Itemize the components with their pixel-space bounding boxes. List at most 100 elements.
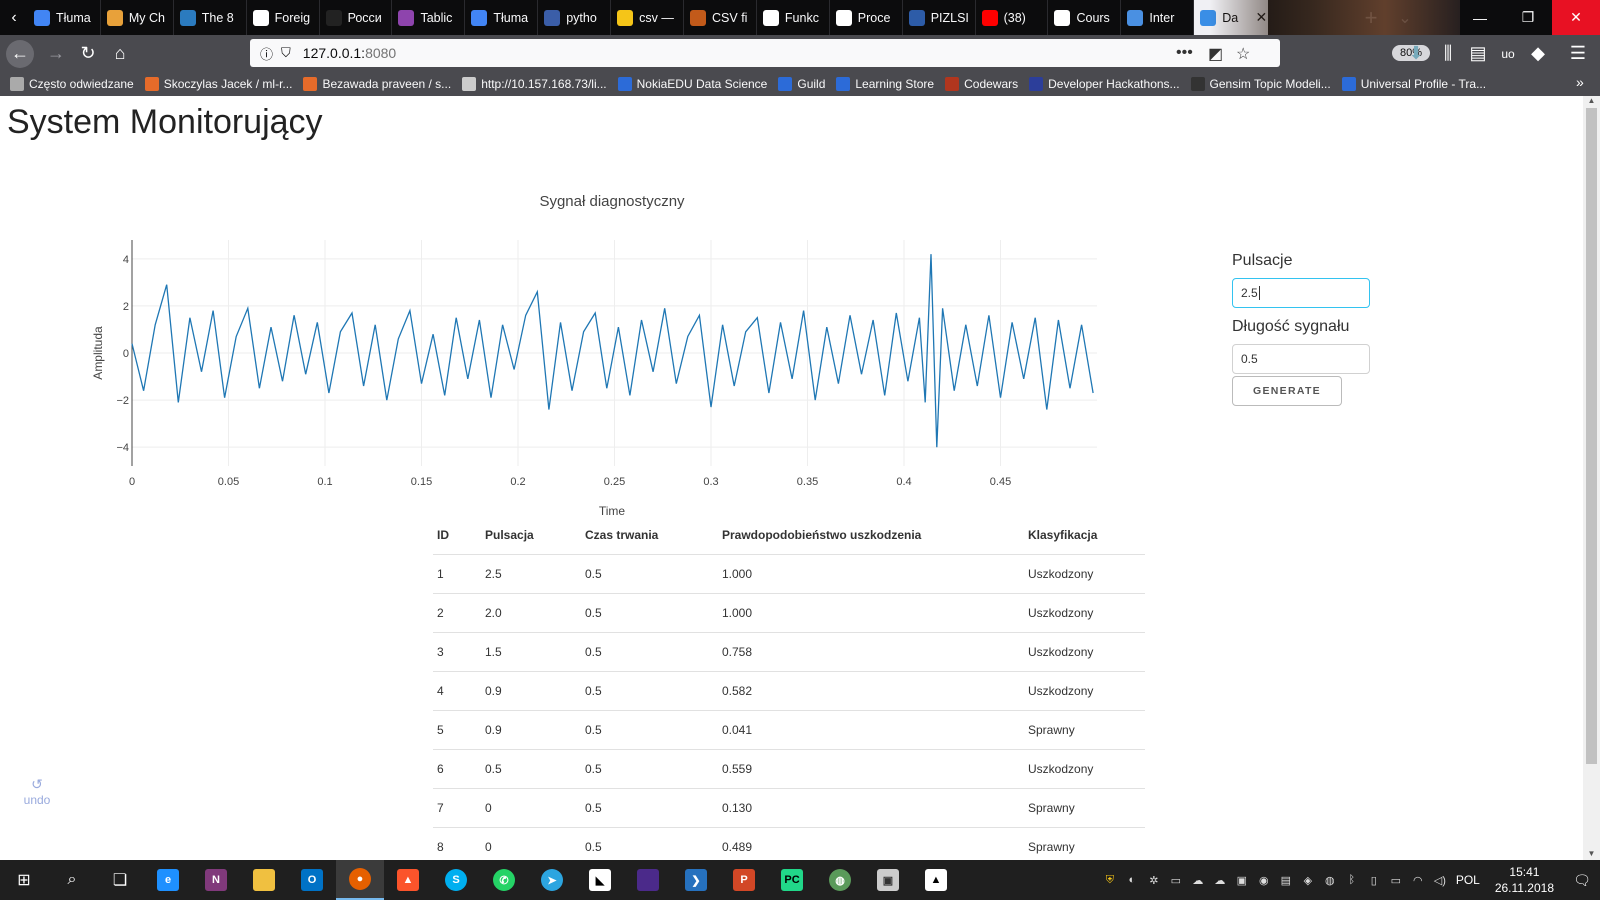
powerpoint-icon[interactable]: P xyxy=(720,860,768,900)
monitor-app-icon[interactable]: ▣ xyxy=(864,860,912,900)
bookmark-item[interactable]: Universal Profile - Tra... xyxy=(1341,77,1486,91)
bookmark-item[interactable]: Często odwiedzane xyxy=(10,77,134,91)
globe-app-icon[interactable]: ◍ xyxy=(816,860,864,900)
browser-tab[interactable]: PIZLSI xyxy=(903,0,976,35)
scroll-down-icon[interactable]: ▼ xyxy=(1583,849,1600,858)
onedrive-icon[interactable]: ☁ xyxy=(1187,872,1209,888)
task-view-icon[interactable]: ❏ xyxy=(96,860,144,900)
browser-tab[interactable]: Proce xyxy=(830,0,903,35)
notifications-icon[interactable]: 🗨 xyxy=(1564,872,1600,889)
info-icon[interactable]: ⓘ xyxy=(260,44,273,63)
column-header[interactable]: Czas trwania xyxy=(581,516,718,555)
bookmark-item[interactable]: Developer Hackathons... xyxy=(1029,77,1180,91)
internet-explorer-icon[interactable]: e xyxy=(144,860,192,900)
whatsapp-icon[interactable]: ✆ xyxy=(480,860,528,900)
pulse-input[interactable]: 2.5 xyxy=(1232,278,1370,308)
bookmark-item[interactable]: http://10.157.168.73/li... xyxy=(462,77,607,91)
browser-tab[interactable]: Cours xyxy=(1048,0,1122,35)
firefox-icon[interactable]: ● xyxy=(336,860,384,900)
bookmark-item[interactable]: Skoczylas Jacek / ml-r... xyxy=(144,77,292,91)
tray-app-icon[interactable]: ✲ xyxy=(1143,872,1165,888)
browser-tab[interactable]: pytho xyxy=(538,0,612,35)
extension-icon[interactable]: ◆ xyxy=(1522,38,1554,70)
file-explorer-icon[interactable] xyxy=(240,860,288,900)
page-scrollbar[interactable]: ▲ ▼ xyxy=(1583,96,1600,860)
bookmarks-overflow-icon[interactable]: » xyxy=(1576,74,1584,90)
length-input[interactable]: 0.5 xyxy=(1232,344,1370,374)
browser-tab[interactable]: Funkc xyxy=(757,0,830,35)
close-window-icon[interactable]: ✕ xyxy=(1552,0,1600,35)
browser-tab[interactable]: csv — xyxy=(611,0,685,35)
cloud-icon[interactable]: ☁ xyxy=(1209,872,1231,888)
outlook-icon[interactable]: O xyxy=(288,860,336,900)
minimize-icon[interactable]: — xyxy=(1456,0,1504,35)
library-icon[interactable]: ⫼ xyxy=(1432,38,1464,70)
forward-icon[interactable]: → xyxy=(40,38,72,70)
undo-button[interactable]: ↺ undo xyxy=(22,776,52,807)
column-header[interactable]: Klasyfikacja xyxy=(1024,516,1145,555)
pocket-icon[interactable]: ◩ xyxy=(1208,44,1223,64)
powershell-icon[interactable]: ❯ xyxy=(672,860,720,900)
browser-tab[interactable]: Foreig xyxy=(247,0,320,35)
shield-tray-icon[interactable]: ⛨ xyxy=(1099,872,1121,888)
tray-app-icon[interactable]: ▤ xyxy=(1275,872,1297,888)
bookmark-item[interactable]: Learning Store xyxy=(836,77,934,91)
browser-tab[interactable]: The 8 xyxy=(174,0,247,35)
sticky-notes-icon[interactable]: ◣ xyxy=(576,860,624,900)
sidebar-icon[interactable]: ▤ xyxy=(1462,38,1494,70)
tabs-scroll-left-icon[interactable]: ‹ xyxy=(0,0,28,35)
start-button-icon[interactable]: ⊞ xyxy=(0,860,48,900)
skype-tray-icon[interactable]: ◉ xyxy=(1253,872,1275,888)
menu-icon[interactable]: ☰ xyxy=(1562,38,1594,70)
tray-app-icon[interactable]: ▭ xyxy=(1165,872,1187,888)
column-header[interactable]: ID xyxy=(433,516,481,555)
tracking-shield-icon[interactable]: ⛉ xyxy=(281,45,291,61)
browser-tab[interactable]: Tłuma xyxy=(28,0,101,35)
battery-icon[interactable]: ▭ xyxy=(1385,872,1407,888)
tray-app-icon[interactable]: ◍ xyxy=(1319,872,1341,888)
tray-app-icon[interactable]: ▯ xyxy=(1363,872,1385,888)
column-header[interactable]: Pulsacja xyxy=(481,516,581,555)
volume-icon[interactable]: ◁) xyxy=(1429,872,1451,888)
bookmark-item[interactable]: Codewars xyxy=(945,77,1018,91)
back-icon[interactable]: ← xyxy=(6,39,34,68)
pycharm-icon[interactable]: PC xyxy=(768,860,816,900)
column-header[interactable]: Prawdopodobieństwo uszkodzenia xyxy=(718,516,1024,555)
address-bar[interactable]: ⓘ ⛉ 127.0.0.1: 8080 80% ••• ◩ ☆ xyxy=(250,39,1431,67)
skype-icon[interactable]: S xyxy=(432,860,480,900)
bookmark-item[interactable]: Bezawada praveen / s... xyxy=(303,77,451,91)
wifi-icon[interactable]: ◠ xyxy=(1407,872,1429,888)
home-icon[interactable]: ⌂ xyxy=(104,38,136,70)
clock[interactable]: 15:41 26.11.2018 xyxy=(1485,864,1564,896)
ublock-icon[interactable]: uo xyxy=(1492,38,1524,70)
tray-app-icon[interactable]: ◐ xyxy=(1121,872,1143,888)
browser-tab[interactable]: Tablic xyxy=(392,0,466,35)
browser-tab[interactable]: Inter xyxy=(1121,0,1195,35)
browser-tab[interactable]: (38) xyxy=(976,0,1049,35)
brave-icon[interactable]: ▲ xyxy=(384,860,432,900)
scroll-up-icon[interactable]: ▲ xyxy=(1583,96,1600,106)
browser-tab[interactable]: CSV fi xyxy=(684,0,757,35)
browser-tab[interactable]: Tłuma xyxy=(465,0,539,35)
telegram-icon[interactable]: ➤ xyxy=(528,860,576,900)
language-indicator[interactable]: POL xyxy=(1451,872,1485,888)
generate-button[interactable]: GENERATE xyxy=(1232,376,1342,406)
bookmark-item[interactable]: Gensim Topic Modeli... xyxy=(1190,77,1331,91)
tray-app-icon[interactable]: ◈ xyxy=(1297,872,1319,888)
app-purple-icon[interactable] xyxy=(624,860,672,900)
downloads-icon[interactable]: ⬇ xyxy=(1400,38,1432,70)
outlook-tray-icon[interactable]: ▣ xyxy=(1231,872,1253,888)
bookmark-star-icon[interactable]: ☆ xyxy=(1236,44,1250,64)
bluetooth-icon[interactable]: ᛒ xyxy=(1341,872,1363,888)
reload-icon[interactable]: ↻ xyxy=(72,38,104,70)
page-actions-icon[interactable]: ••• xyxy=(1176,44,1193,62)
search-icon[interactable]: ⌕ xyxy=(48,860,96,900)
onenote-icon[interactable]: N xyxy=(192,860,240,900)
scrollbar-thumb[interactable] xyxy=(1586,108,1597,764)
browser-tab[interactable]: My Ch xyxy=(101,0,174,35)
browser-tab[interactable]: Росси xyxy=(320,0,393,35)
bookmark-item[interactable]: NokiaEDU Data Science xyxy=(617,77,767,91)
maximize-icon[interactable]: ❐ xyxy=(1504,0,1552,35)
photos-icon[interactable]: ▲ xyxy=(912,860,960,900)
bookmark-item[interactable]: Guild xyxy=(778,77,825,91)
